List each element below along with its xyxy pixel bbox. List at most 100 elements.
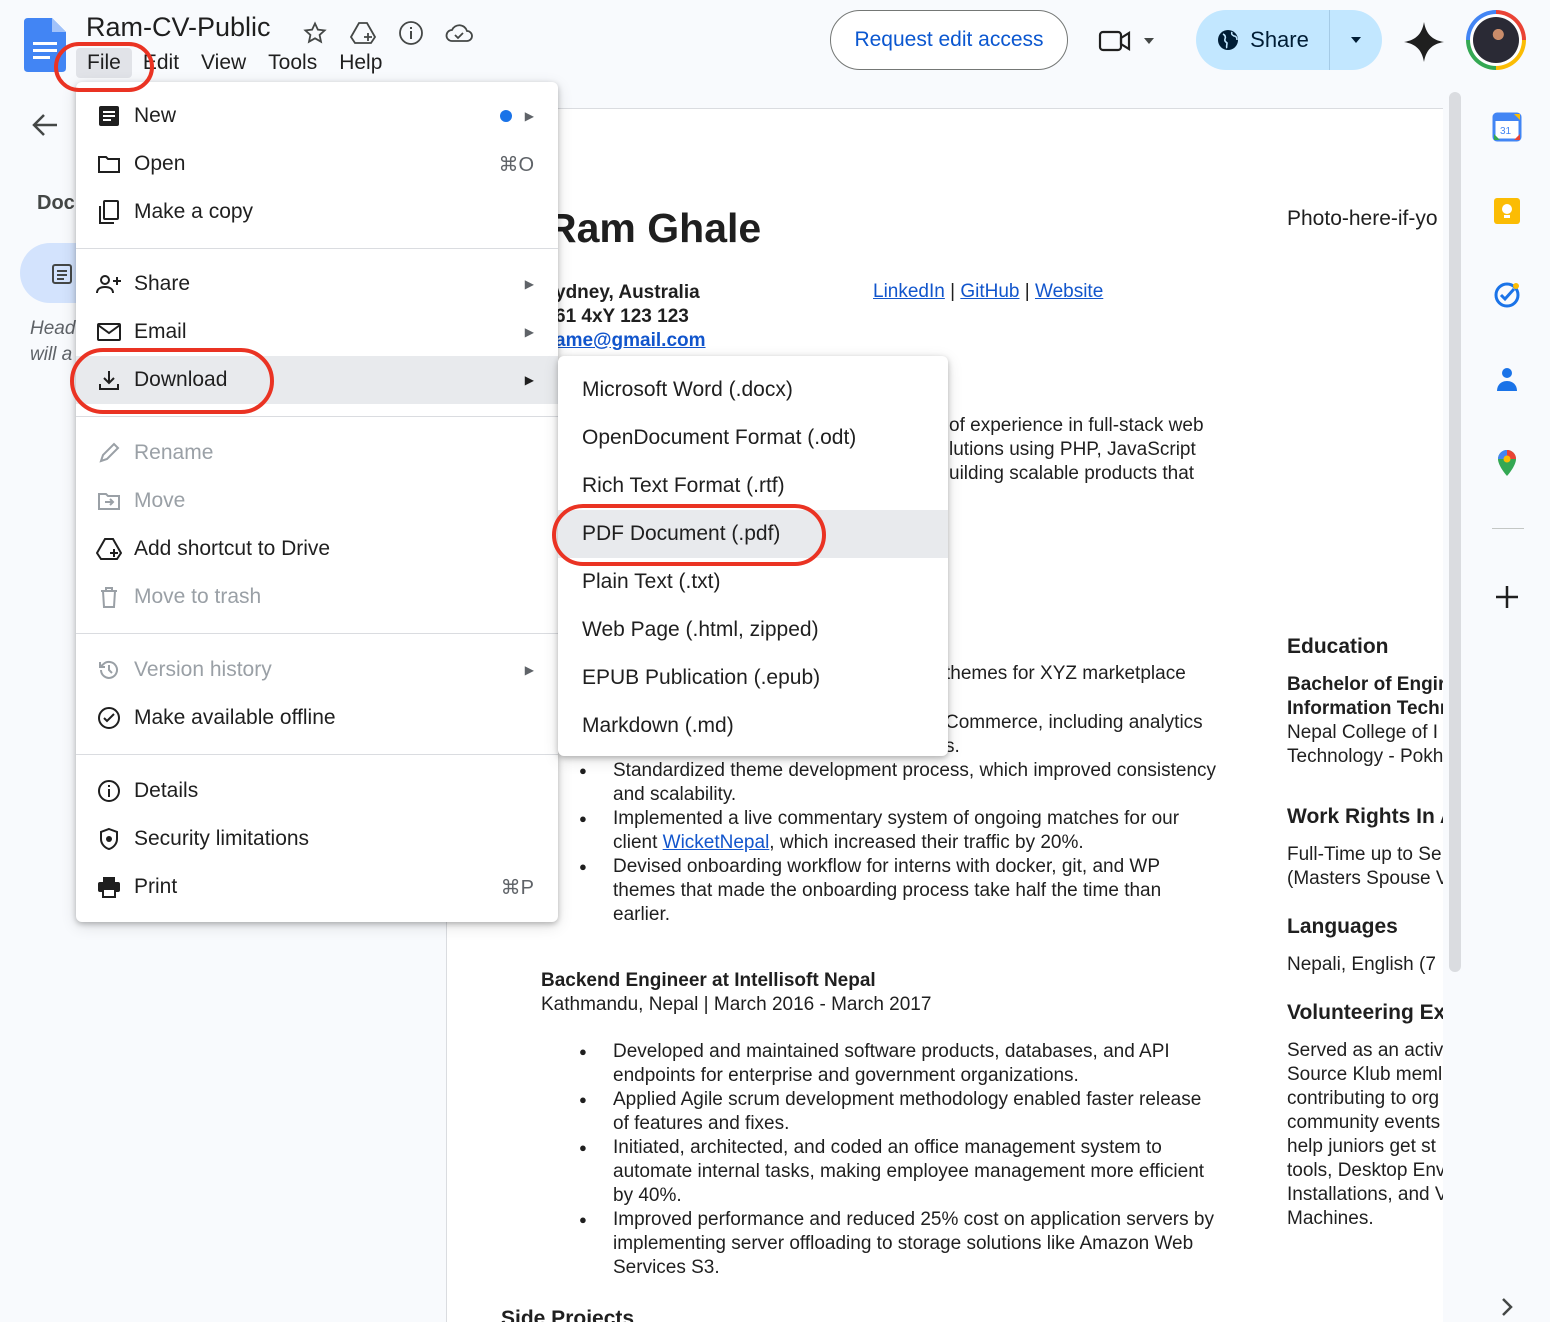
job1-bullets: Standardized theme development process, … bbox=[577, 759, 1217, 927]
svg-text:31: 31 bbox=[1500, 126, 1512, 137]
contact-block: ydney, Australia 61 4xY 123 123 ame@gmai… bbox=[555, 281, 706, 353]
menu-item-make-offline[interactable]: Make available offline bbox=[76, 694, 558, 742]
menu-divider bbox=[76, 754, 558, 755]
file-menu: New ▶ Open ⌘O Make a copy Share ▶ Email … bbox=[76, 82, 558, 922]
document-tab-icon bbox=[52, 264, 72, 284]
share-button[interactable]: Share bbox=[1196, 10, 1330, 70]
chevron-right-icon[interactable] bbox=[1492, 1292, 1522, 1322]
menu-item-security-limitations[interactable]: Security limitations bbox=[76, 815, 558, 863]
job-detail-fragment-2: Commerce, including analytics s. bbox=[945, 712, 1203, 757]
github-link[interactable]: GitHub bbox=[960, 281, 1019, 302]
share-label: Share bbox=[1250, 27, 1309, 52]
website-link[interactable]: Website bbox=[1035, 281, 1103, 302]
calendar-icon[interactable]: 31 bbox=[1492, 112, 1522, 142]
menu-item-make-copy[interactable]: Make a copy bbox=[76, 188, 558, 236]
meet-button[interactable] bbox=[1098, 22, 1168, 60]
request-edit-access-button[interactable]: Request edit access bbox=[830, 10, 1068, 70]
menu-item-version-history[interactable]: Version history ▶ bbox=[76, 646, 558, 694]
download-odt[interactable]: OpenDocument Format (.odt) bbox=[558, 414, 948, 462]
download-html[interactable]: Web Page (.html, zipped) bbox=[558, 606, 948, 654]
menu-item-print[interactable]: Print ⌘P bbox=[76, 863, 558, 911]
person-add-icon bbox=[96, 271, 122, 297]
gemini-icon[interactable] bbox=[1404, 22, 1444, 62]
document-icon bbox=[96, 103, 122, 129]
pencil-icon bbox=[96, 440, 122, 466]
info-icon bbox=[96, 778, 122, 804]
resume-name: Ram Ghale bbox=[547, 205, 762, 251]
vertical-scrollbar[interactable] bbox=[1449, 92, 1461, 972]
history-icon bbox=[96, 657, 122, 683]
annotation-highlight-file bbox=[54, 42, 154, 92]
new-indicator-dot bbox=[500, 110, 512, 122]
annotation-highlight-download bbox=[70, 348, 274, 414]
submenu-arrow-icon: ▶ bbox=[524, 373, 534, 387]
download-docx[interactable]: Microsoft Word (.docx) bbox=[558, 366, 948, 414]
menu-item-details[interactable]: Details bbox=[76, 767, 558, 815]
submenu-arrow-icon: ▶ bbox=[524, 277, 534, 291]
volunteering-heading: Volunteering Ex bbox=[1287, 1001, 1443, 1024]
tasks-icon[interactable] bbox=[1492, 280, 1522, 310]
job-detail-fragment: themes for XYZ marketplace bbox=[945, 663, 1186, 684]
job2-title: Backend Engineer at Intellisoft Nepal bbox=[541, 970, 876, 991]
menu-view[interactable]: View bbox=[190, 48, 257, 78]
job2-meta: Kathmandu, Nepal | March 2016 - March 20… bbox=[541, 994, 932, 1015]
side-panel-rail: 31 bbox=[1462, 88, 1550, 1322]
menu-item-share[interactable]: Share ▶ bbox=[76, 260, 558, 308]
submenu-arrow-icon: ▶ bbox=[524, 109, 534, 123]
folder-icon bbox=[96, 151, 122, 177]
location-text: ydney, Australia bbox=[555, 282, 700, 303]
profile-links: LinkedIn | GitHub | Website bbox=[873, 281, 1104, 302]
mail-icon bbox=[96, 319, 122, 345]
profile-photo bbox=[1473, 17, 1519, 63]
education-heading: Education bbox=[1287, 635, 1389, 658]
outline-hint: Head will a bbox=[30, 318, 76, 365]
menu-tools[interactable]: Tools bbox=[257, 48, 328, 78]
add-icon[interactable] bbox=[1492, 582, 1522, 612]
menu-item-rename[interactable]: Rename bbox=[76, 429, 558, 477]
printer-icon bbox=[96, 874, 122, 900]
submenu-arrow-icon: ▶ bbox=[524, 325, 534, 339]
languages-heading: Languages bbox=[1287, 915, 1398, 938]
contacts-icon[interactable] bbox=[1492, 364, 1522, 394]
menu-item-new[interactable]: New ▶ bbox=[76, 92, 558, 140]
list-item: Improved performance and reduced 25% cos… bbox=[577, 1208, 1217, 1280]
share-dropdown-button[interactable] bbox=[1330, 35, 1382, 45]
phone-text: 61 4xY 123 123 bbox=[555, 306, 689, 327]
list-item: Applied Agile scrum development methodol… bbox=[577, 1088, 1217, 1136]
right-column: Education Bachelor of Engir Information … bbox=[1287, 635, 1443, 1229]
account-avatar[interactable] bbox=[1466, 10, 1526, 70]
email-link[interactable]: ame@gmail.com bbox=[555, 329, 706, 353]
menu-item-add-shortcut[interactable]: Add shortcut to Drive bbox=[76, 525, 558, 573]
cloud-saved-icon[interactable] bbox=[442, 16, 476, 50]
back-arrow-icon[interactable] bbox=[30, 110, 60, 140]
video-camera-icon bbox=[1098, 30, 1131, 52]
download-markdown[interactable]: Markdown (.md) bbox=[558, 702, 948, 750]
photo-placeholder-text: Photo-here-if-yo bbox=[1287, 207, 1438, 230]
menu-item-open[interactable]: Open ⌘O bbox=[76, 140, 558, 188]
document-title[interactable]: Ram-CV-Public bbox=[86, 12, 271, 43]
move-to-drive-icon[interactable] bbox=[346, 16, 380, 50]
side-projects-heading: Side Projects bbox=[501, 1307, 635, 1322]
download-rtf[interactable]: Rich Text Format (.rtf) bbox=[558, 462, 948, 510]
summary-text: of experience in full-stack web lutions … bbox=[949, 415, 1204, 484]
menu-help[interactable]: Help bbox=[328, 48, 393, 78]
download-epub[interactable]: EPUB Publication (.epub) bbox=[558, 654, 948, 702]
wicketnepal-link[interactable]: WicketNepal bbox=[663, 832, 770, 853]
star-icon[interactable] bbox=[298, 16, 332, 50]
keep-icon[interactable] bbox=[1492, 196, 1522, 226]
info-icon[interactable] bbox=[394, 16, 428, 50]
work-rights-heading: Work Rights In A bbox=[1287, 805, 1443, 828]
copy-icon bbox=[96, 199, 122, 225]
maps-icon[interactable] bbox=[1492, 448, 1522, 478]
tabs-heading: Doc bbox=[37, 192, 75, 214]
list-item: Implemented a live commentary system of … bbox=[577, 807, 1217, 855]
list-item: Standardized theme development process, … bbox=[577, 759, 1217, 807]
menu-item-move[interactable]: Move bbox=[76, 477, 558, 525]
menu-item-move-to-trash[interactable]: Move to trash bbox=[76, 573, 558, 621]
job2-bullets: Developed and maintained software produc… bbox=[577, 1040, 1217, 1280]
offline-check-icon bbox=[96, 705, 122, 731]
annotation-highlight-pdf bbox=[552, 504, 826, 566]
linkedin-link[interactable]: LinkedIn bbox=[873, 281, 945, 302]
menu-divider bbox=[76, 248, 558, 249]
drive-shortcut-icon bbox=[96, 536, 122, 562]
